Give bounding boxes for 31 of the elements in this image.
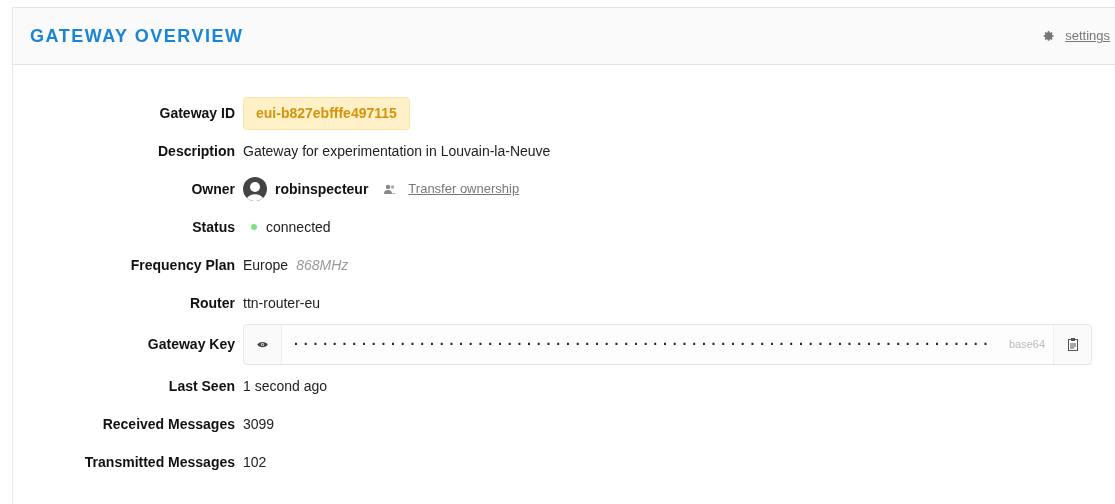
- field-label: Status: [191, 217, 235, 237]
- field-label: Last Seen: [167, 376, 235, 396]
- status-text: connected: [266, 217, 331, 237]
- field-value: 1 second ago: [243, 376, 328, 396]
- gateway-key-field[interactable]: ········································································ base64: [243, 324, 1092, 365]
- encoding-label: base64: [1008, 337, 1045, 353]
- settings-icon: [1043, 30, 1056, 42]
- frequency-value: 868MHz: [296, 255, 349, 275]
- field-label: Owner: [190, 179, 235, 199]
- frequency-plan: Europe: [243, 255, 289, 275]
- field-label: Frequency Plan: [129, 255, 235, 275]
- field-label: Router: [188, 293, 235, 313]
- field-value: 3099: [243, 414, 275, 434]
- settings-link[interactable]: settings: [1065, 26, 1110, 46]
- users-icon: [384, 184, 397, 194]
- masked-key: ········································································: [294, 334, 994, 355]
- field-label: Gateway ID: [158, 103, 235, 123]
- field-value: 102: [243, 452, 267, 472]
- avatar-icon: [243, 177, 267, 201]
- field-value: Gateway for experimentation in Louvain-la-Neuve: [243, 141, 551, 161]
- field-label: Description: [157, 141, 235, 161]
- field-label: Gateway Key: [146, 335, 235, 354]
- eye-icon: [257, 341, 268, 348]
- field-value: ttn-router-eu: [243, 293, 321, 313]
- transfer-ownership-link[interactable]: Transfer ownership: [408, 179, 520, 199]
- gateway-id-badge: eui-b827ebfffe497115: [243, 96, 410, 130]
- owner-name: robinspecteur: [275, 179, 369, 199]
- card-title: GATEWAY OVERVIEW: [30, 24, 244, 48]
- field-label: Transmitted Messages: [83, 452, 235, 472]
- field-label: Received Messages: [101, 414, 235, 434]
- clipboard-icon: [1067, 338, 1078, 351]
